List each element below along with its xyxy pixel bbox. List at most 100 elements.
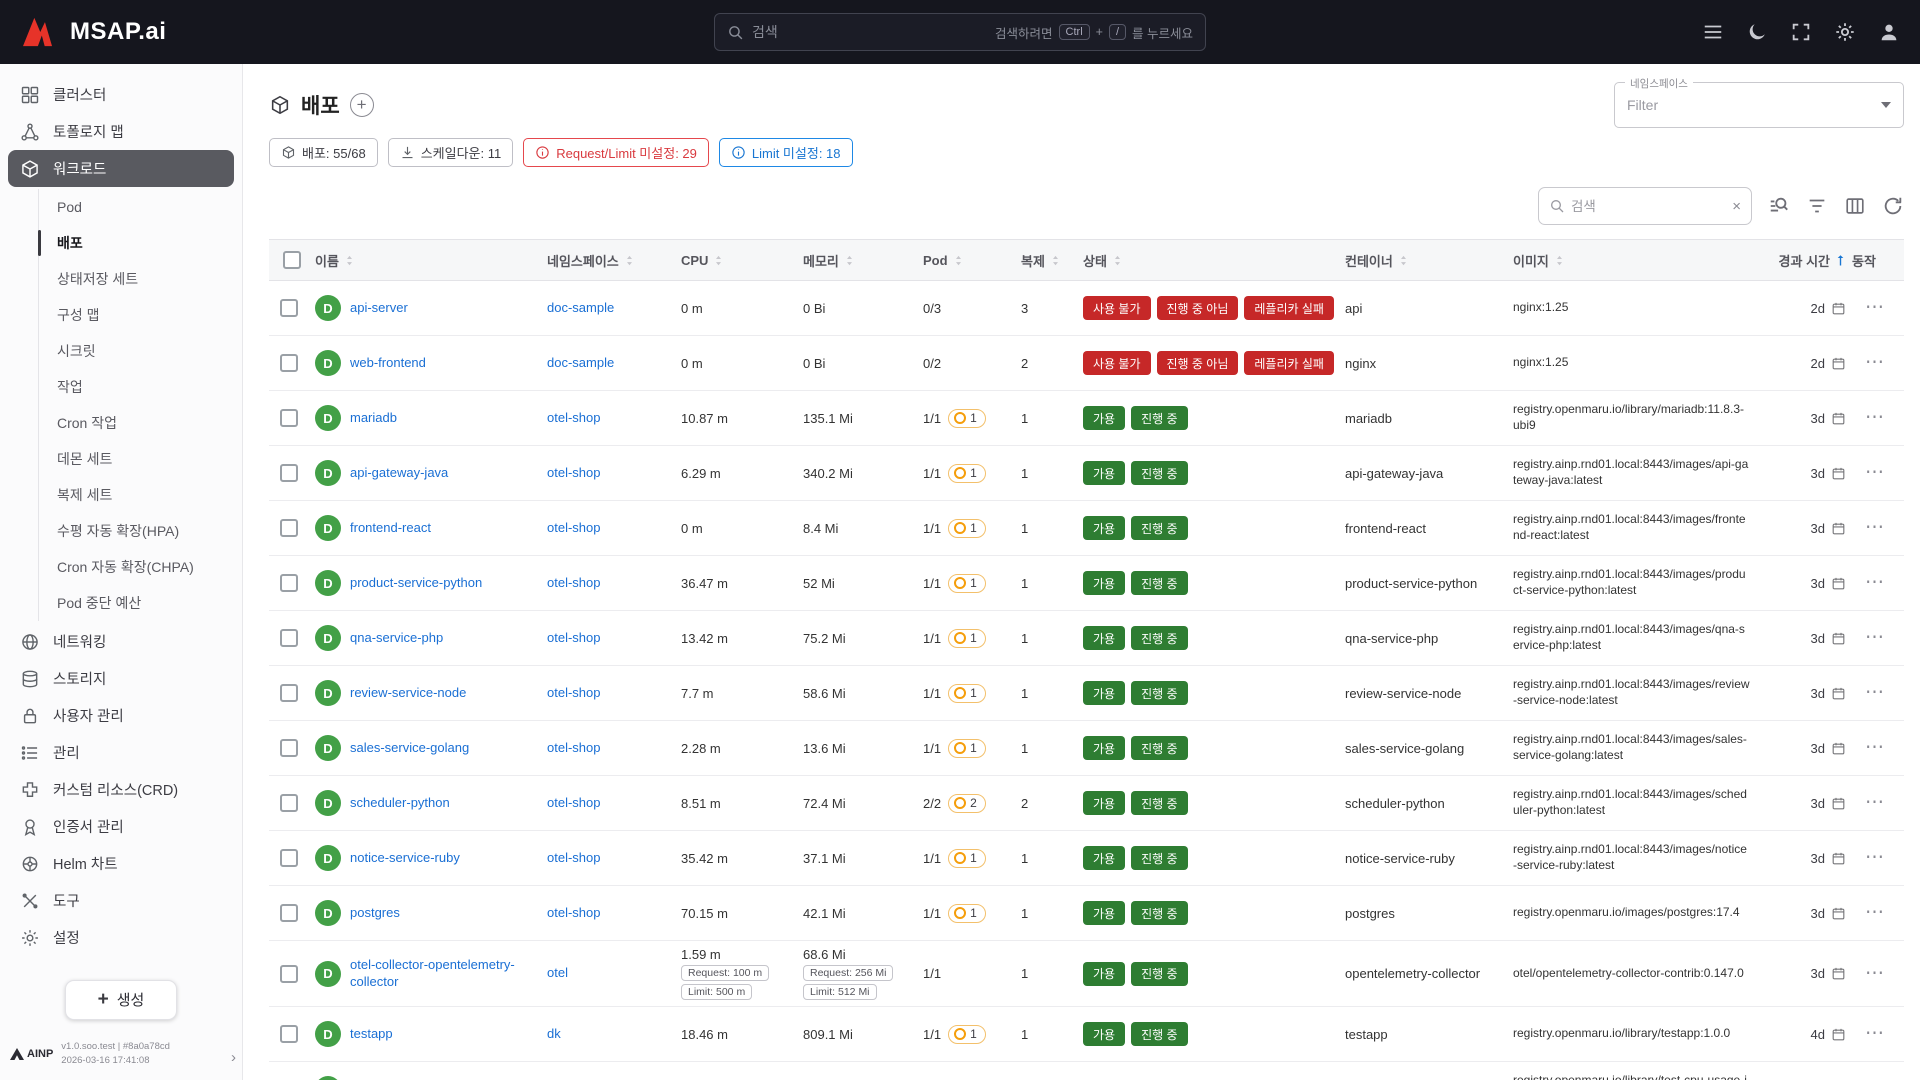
filter-icon[interactable]	[1806, 195, 1828, 217]
sidebar-item-settings[interactable]: 설정	[8, 919, 234, 956]
deployment-name-link[interactable]: api-server	[350, 300, 408, 317]
sidebar-item-management[interactable]: 관리	[8, 734, 234, 771]
deployment-name-link[interactable]: notice-service-ruby	[350, 850, 460, 867]
namespace-link[interactable]: otel-shop	[547, 465, 600, 480]
sidebar-subitem-시크릿[interactable]: 시크릿	[55, 333, 234, 369]
deployment-name-link[interactable]: frontend-react	[350, 520, 431, 537]
namespace-link[interactable]: otel-shop	[547, 795, 600, 810]
namespace-link[interactable]: otel	[547, 965, 568, 980]
column-header-namespace[interactable]: 네임스페이스	[547, 251, 681, 270]
user-avatar-icon[interactable]	[1878, 21, 1900, 43]
summary-chip-스케일다운[interactable]: 스케일다운: 11	[388, 138, 514, 167]
row-checkbox[interactable]	[280, 574, 298, 592]
row-actions-menu-icon[interactable]: ⋯	[1865, 577, 1885, 588]
columns-icon[interactable]	[1844, 195, 1866, 217]
clear-search-icon[interactable]: ×	[1732, 199, 1741, 214]
summary-chip-배포[interactable]: 배포: 55/68	[269, 138, 378, 167]
table-search-input[interactable]	[1571, 199, 1726, 214]
brand-logo[interactable]: MSAP.ai	[20, 15, 166, 49]
deployment-name-link[interactable]: web-frontend	[350, 355, 426, 372]
namespace-link[interactable]: otel-shop	[547, 410, 600, 425]
column-header-status[interactable]: 상태	[1083, 251, 1345, 270]
column-header-memory[interactable]: 메모리	[803, 251, 923, 270]
deployment-name-link[interactable]: mariadb	[350, 410, 397, 427]
sidebar-subitem-수평-자동-확장hpa[interactable]: 수평 자동 확장(HPA)	[55, 513, 234, 549]
row-actions-menu-icon[interactable]: ⋯	[1865, 632, 1885, 643]
row-actions-menu-icon[interactable]: ⋯	[1865, 467, 1885, 478]
row-actions-menu-icon[interactable]: ⋯	[1865, 742, 1885, 753]
table-search[interactable]: ×	[1538, 187, 1752, 225]
deployment-name-link[interactable]: sales-service-golang	[350, 740, 469, 757]
menu-icon[interactable]	[1702, 21, 1724, 43]
global-search[interactable]: 검색하려면 Ctrl + / 를 누르세요	[714, 13, 1206, 51]
sidebar-subitem-데몬-세트[interactable]: 데몬 세트	[55, 441, 234, 477]
sidebar-subitem-cron-자동-확장chpa[interactable]: Cron 자동 확장(CHPA)	[55, 549, 234, 585]
row-checkbox[interactable]	[280, 1025, 298, 1043]
column-header-container[interactable]: 컨테이너	[1345, 251, 1513, 270]
sidebar-subitem-pod-중단-예산[interactable]: Pod 중단 예산	[55, 585, 234, 621]
sidebar-item-tools[interactable]: 도구	[8, 882, 234, 919]
row-checkbox[interactable]	[280, 965, 298, 983]
advanced-search-icon[interactable]	[1768, 195, 1790, 217]
row-actions-menu-icon[interactable]: ⋯	[1865, 357, 1885, 368]
row-actions-menu-icon[interactable]: ⋯	[1865, 907, 1885, 918]
row-checkbox[interactable]	[280, 684, 298, 702]
row-checkbox[interactable]	[280, 519, 298, 537]
row-checkbox[interactable]	[280, 409, 298, 427]
row-checkbox[interactable]	[280, 904, 298, 922]
namespace-filter-select[interactable]: 네임스페이스 Filter	[1614, 82, 1904, 128]
sidebar-item-certificate-management[interactable]: 인증서 관리	[8, 808, 234, 845]
column-header-cpu[interactable]: CPU	[681, 253, 803, 268]
summary-chip-requestlimit-미설정[interactable]: Request/Limit 미설정: 29	[523, 138, 709, 167]
deployment-name-link[interactable]: postgres	[350, 905, 400, 922]
namespace-link[interactable]: otel-shop	[547, 905, 600, 920]
namespace-link[interactable]: otel-shop	[547, 630, 600, 645]
sidebar-item-custom-resources[interactable]: 커스텀 리소스(CRD)	[8, 771, 234, 808]
row-actions-menu-icon[interactable]: ⋯	[1865, 522, 1885, 533]
create-button[interactable]: + 생성	[65, 980, 177, 1020]
namespace-link[interactable]: otel-shop	[547, 685, 600, 700]
deployment-name-link[interactable]: testapp	[350, 1026, 393, 1043]
namespace-link[interactable]: otel-shop	[547, 575, 600, 590]
column-header-name[interactable]: 이름	[315, 251, 547, 270]
row-checkbox[interactable]	[280, 299, 298, 317]
row-checkbox[interactable]	[280, 739, 298, 757]
namespace-link[interactable]: otel-shop	[547, 850, 600, 865]
sidebar-item-topology-map[interactable]: 토폴로지 맵	[8, 113, 234, 150]
select-all-checkbox[interactable]	[283, 251, 301, 269]
deployment-name-link[interactable]: qna-service-php	[350, 630, 443, 647]
summary-chip-limit-미설정[interactable]: Limit 미설정: 18	[719, 138, 853, 167]
deployment-name-link[interactable]: api-gateway-java	[350, 465, 448, 482]
settings-gear-icon[interactable]	[1834, 21, 1856, 43]
sidebar-subitem-구성-맵[interactable]: 구성 맵	[55, 297, 234, 333]
sidebar-subitem-pod[interactable]: Pod	[55, 189, 234, 225]
sidebar-item-user-management[interactable]: 사용자 관리	[8, 697, 234, 734]
sidebar-subitem-상태저장-세트[interactable]: 상태저장 세트	[55, 261, 234, 297]
row-actions-menu-icon[interactable]: ⋯	[1865, 1028, 1885, 1039]
row-checkbox[interactable]	[280, 849, 298, 867]
sidebar-collapse-chevron[interactable]: ›	[231, 1049, 236, 1066]
fullscreen-icon[interactable]	[1790, 21, 1812, 43]
sidebar-subitem-cron-작업[interactable]: Cron 작업	[55, 405, 234, 441]
sidebar-item-storage[interactable]: 스토리지	[8, 660, 234, 697]
deployment-name-link[interactable]: scheduler-python	[350, 795, 450, 812]
row-checkbox[interactable]	[280, 354, 298, 372]
column-header-image[interactable]: 이미지	[1513, 251, 1760, 270]
row-actions-menu-icon[interactable]: ⋯	[1865, 687, 1885, 698]
column-header-age[interactable]: 경과 시간	[1760, 251, 1852, 270]
dark-mode-icon[interactable]	[1746, 21, 1768, 43]
sidebar-item-networking[interactable]: 네트워킹	[8, 623, 234, 660]
sidebar-subitem-복제-세트[interactable]: 복제 세트	[55, 477, 234, 513]
namespace-link[interactable]: doc-sample	[547, 300, 614, 315]
namespace-link[interactable]: otel-shop	[547, 740, 600, 755]
row-checkbox[interactable]	[280, 464, 298, 482]
row-actions-menu-icon[interactable]: ⋯	[1865, 852, 1885, 863]
row-actions-menu-icon[interactable]: ⋯	[1865, 797, 1885, 808]
namespace-link[interactable]: dk	[547, 1026, 561, 1041]
deployment-name-link[interactable]: product-service-python	[350, 575, 482, 592]
deployment-name-link[interactable]: otel-collector-opentelemetry-collector	[350, 957, 541, 991]
row-actions-menu-icon[interactable]: ⋯	[1865, 968, 1885, 979]
deployment-name-link[interactable]: review-service-node	[350, 685, 466, 702]
add-deployment-button[interactable]: +	[350, 93, 374, 117]
sidebar-item-workloads[interactable]: 워크로드	[8, 150, 234, 187]
